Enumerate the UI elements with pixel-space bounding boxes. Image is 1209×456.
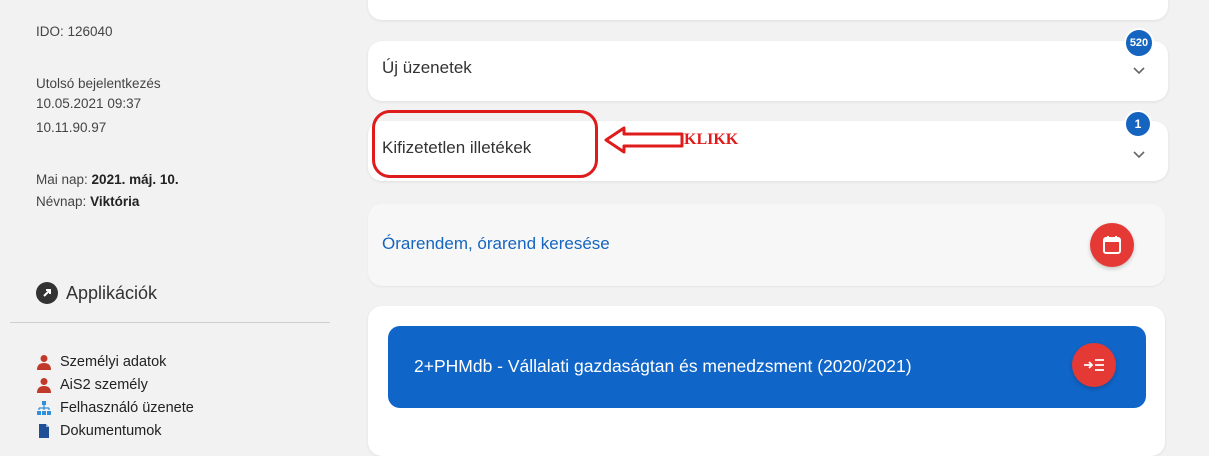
chevron-down-icon[interactable]	[1132, 63, 1146, 81]
previous-card	[368, 0, 1168, 20]
timetable-link[interactable]: Órarendem, órarend keresése	[382, 234, 610, 254]
app-list: Személyi adatok AiS2 személy Felhasználó…	[36, 350, 194, 442]
arrow-circle-icon	[36, 282, 58, 304]
red-arrow-icon	[604, 126, 684, 154]
new-messages-card[interactable]: Új üzenetek	[368, 41, 1168, 101]
course-title: 2+PHMdb - Vállalati gazdaságtan és mened…	[414, 356, 912, 376]
course-bar[interactable]: 2+PHMdb - Vállalati gazdaságtan és mened…	[388, 326, 1146, 408]
nameday-row: Névnap: Viktória	[36, 192, 139, 211]
nameday-value: Viktória	[90, 194, 140, 209]
document-icon	[36, 423, 52, 439]
divider	[10, 322, 330, 323]
last-login-label: Utolsó bejelentkezés	[36, 76, 161, 91]
course-card: 2+PHMdb - Vállalati gazdaságtan és mened…	[368, 306, 1165, 456]
app-item-label: Felhasználó üzenete	[60, 399, 194, 416]
person-icon	[36, 354, 52, 370]
ido-text: IDO: 126040	[36, 24, 113, 39]
today-row: Mai nap: 2021. máj. 10.	[36, 170, 179, 189]
org-chart-icon	[36, 400, 52, 416]
timetable-card[interactable]: Órarendem, órarend keresése	[368, 204, 1165, 286]
calendar-button[interactable]	[1090, 223, 1134, 267]
chevron-down-icon[interactable]	[1132, 147, 1146, 165]
course-action-button[interactable]	[1072, 343, 1116, 387]
highlight-circle	[372, 110, 598, 178]
app-item-user-message[interactable]: Felhasználó üzenete	[36, 396, 194, 419]
klikk-annotation: KLIKK	[684, 131, 739, 148]
app-item-documents[interactable]: Dokumentumok	[36, 419, 194, 442]
sidebar: IDO: 126040 Utolsó bejelentkezés 10.05.2…	[0, 0, 340, 446]
app-item-ais2-person[interactable]: AiS2 személy	[36, 373, 194, 396]
today-label: Mai nap:	[36, 172, 88, 187]
app-item-label: AiS2 személy	[60, 376, 148, 393]
calendar-icon	[1103, 236, 1121, 254]
nameday-label: Névnap:	[36, 194, 87, 209]
app-item-label: Személyi adatok	[60, 353, 167, 370]
unpaid-fees-badge: 1	[1124, 110, 1152, 138]
last-login-ip: 10.11.90.97	[36, 120, 107, 135]
course-enter-icon	[1084, 359, 1104, 371]
today-value: 2021. máj. 10.	[91, 172, 179, 187]
last-login-time: 10.05.2021 09:37	[36, 96, 142, 111]
new-messages-badge: 520	[1124, 28, 1154, 58]
apps-title: Applikációk	[66, 282, 158, 303]
app-item-label: Dokumentumok	[60, 422, 162, 439]
apps-heading: Applikációk	[36, 282, 157, 304]
new-messages-label: Új üzenetek	[382, 58, 472, 77]
person-icon	[36, 377, 52, 393]
app-item-personal-data[interactable]: Személyi adatok	[36, 350, 194, 373]
